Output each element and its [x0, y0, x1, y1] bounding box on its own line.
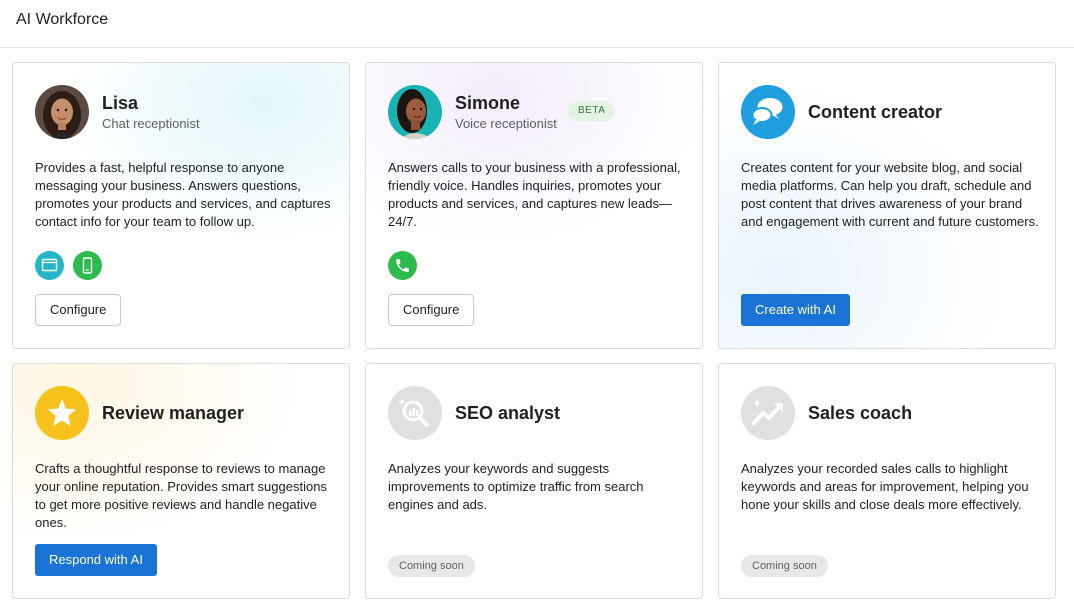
page-title: AI Workforce — [16, 11, 109, 28]
agent-description: Crafts a thoughtful response to reviews … — [35, 461, 327, 530]
mobile-phone-icon[interactable] — [73, 251, 103, 280]
seo-search-icon — [388, 386, 442, 440]
top-bar: AI Workforce — [0, 0, 1074, 48]
agent-card-seo-analyst: SEO analyst Analyzes your keywords and s… — [365, 363, 703, 599]
phone-icon[interactable] — [388, 251, 417, 280]
trending-up-icon — [741, 386, 795, 440]
star-icon — [35, 386, 89, 440]
agent-name: Content creator — [808, 102, 943, 122]
agent-description: Provides a fast, helpful response to any… — [35, 160, 331, 229]
agent-card-review-manager: Review manager Crafts a thoughtful respo… — [12, 363, 350, 599]
agent-description: Analyzes your recorded sales calls to hi… — [741, 461, 1029, 512]
agent-card-content-creator: Content creator Creates content for your… — [718, 62, 1056, 349]
agent-role: Chat receptionist — [102, 116, 200, 131]
agent-card-simone: Simone Voice receptionist BETA Answers c… — [365, 62, 703, 349]
agent-description: Creates content for your website blog, a… — [741, 160, 1039, 229]
chat-bubbles-icon — [741, 85, 795, 139]
coming-soon-badge: Coming soon — [388, 555, 475, 577]
agent-name: SEO analyst — [455, 403, 561, 423]
channel-list — [388, 251, 422, 280]
respond-with-ai-button[interactable]: Respond with AI — [35, 544, 157, 576]
coming-soon-badge: Coming soon — [741, 555, 828, 577]
lisa-avatar — [35, 85, 89, 139]
agent-name: Lisa — [102, 93, 139, 113]
agent-card-lisa: Lisa Chat receptionist Provides a fast, … — [12, 62, 350, 349]
create-with-ai-button[interactable]: Create with AI — [741, 294, 850, 326]
agent-name: Review manager — [102, 403, 245, 423]
configure-button[interactable]: Configure — [35, 294, 122, 326]
beta-badge: BETA — [568, 101, 616, 121]
configure-button[interactable]: Configure — [388, 294, 475, 326]
simone-avatar — [388, 85, 442, 139]
agent-role: Voice receptionist — [455, 116, 557, 131]
agent-name: Sales coach — [808, 403, 913, 423]
agent-description: Analyzes your keywords and suggests impr… — [388, 461, 644, 512]
agent-name: Simone — [455, 93, 521, 113]
channel-list — [35, 251, 107, 280]
agent-description: Answers calls to your business with a pr… — [388, 160, 681, 229]
chat-widget-icon[interactable] — [35, 251, 64, 280]
agent-card-sales-coach: Sales coach Analyzes your recorded sales… — [718, 363, 1056, 599]
